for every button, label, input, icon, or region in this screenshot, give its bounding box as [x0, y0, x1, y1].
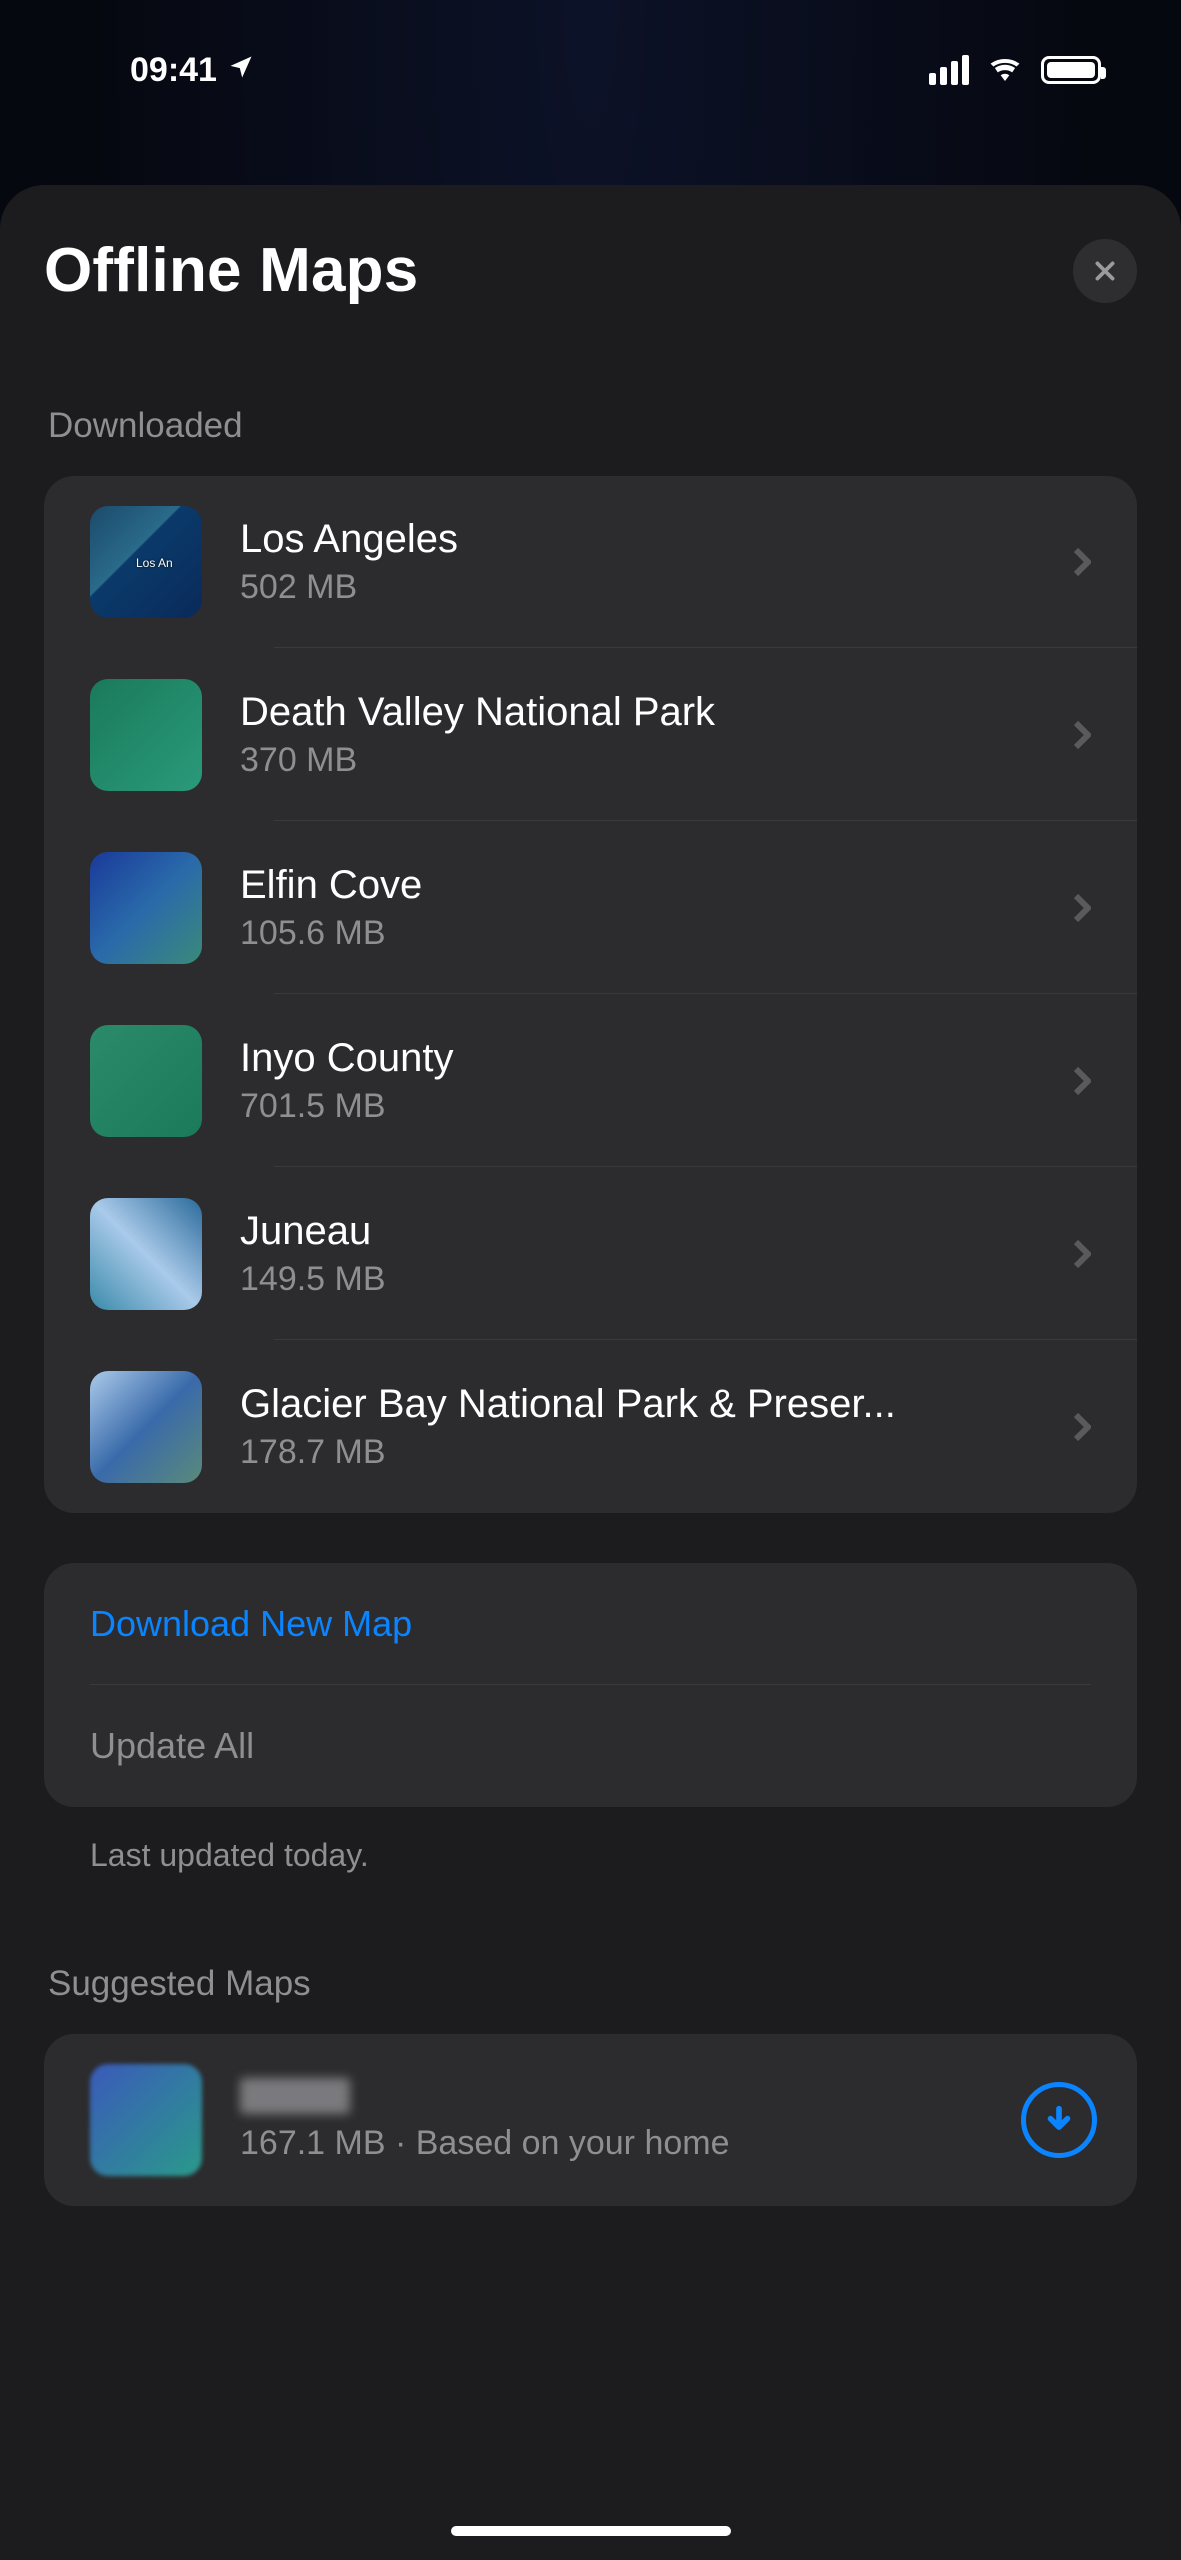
map-name: Elfin Cove: [240, 863, 1067, 908]
home-indicator[interactable]: [451, 2526, 731, 2536]
map-size: 701.5 MB: [240, 1087, 1067, 1126]
page-title: Offline Maps: [44, 235, 418, 306]
chevron-right-icon: [1067, 1412, 1097, 1442]
map-name: Los Angeles: [240, 517, 1067, 562]
map-thumbnail: [90, 2064, 202, 2176]
update-all-button[interactable]: Update All: [44, 1685, 1137, 1807]
map-thumbnail: [90, 1025, 202, 1137]
close-button[interactable]: [1073, 239, 1137, 303]
suggested-maps-list: 167.1 MB · Based on your home: [44, 2034, 1137, 2206]
downloaded-maps-list: Los Angeles 502 MB Death Valley National…: [44, 476, 1137, 1513]
map-size: 178.7 MB: [240, 1433, 1067, 1472]
download-button[interactable]: [1021, 2082, 1097, 2158]
battery-icon: [1041, 56, 1101, 84]
map-row-los-angeles[interactable]: Los Angeles 502 MB: [44, 476, 1137, 648]
map-name: [240, 2078, 350, 2114]
suggested-map-row[interactable]: 167.1 MB · Based on your home: [44, 2034, 1137, 2206]
suggested-section-label: Suggested Maps: [48, 1964, 1137, 2004]
map-size: 105.6 MB: [240, 914, 1067, 953]
wifi-icon: [987, 51, 1023, 90]
status-time: 09:41: [130, 51, 217, 90]
map-size: 149.5 MB: [240, 1260, 1067, 1299]
map-thumbnail: [90, 1198, 202, 1310]
chevron-right-icon: [1067, 547, 1097, 577]
offline-maps-sheet: Offline Maps Downloaded Los Angeles 502 …: [0, 185, 1181, 2560]
map-subtitle: 167.1 MB · Based on your home: [240, 2124, 1021, 2163]
map-row-elfin-cove[interactable]: Elfin Cove 105.6 MB: [44, 821, 1137, 994]
chevron-right-icon: [1067, 720, 1097, 750]
map-thumbnail: [90, 1371, 202, 1483]
map-row-inyo-county[interactable]: Inyo County 701.5 MB: [44, 994, 1137, 1167]
map-name: Inyo County: [240, 1036, 1067, 1081]
map-size: 502 MB: [240, 568, 1067, 607]
download-icon: [1042, 2103, 1076, 2137]
map-row-glacier-bay[interactable]: Glacier Bay National Park & Preser... 17…: [44, 1340, 1137, 1513]
map-thumbnail: [90, 679, 202, 791]
downloaded-section-label: Downloaded: [48, 406, 1137, 446]
chevron-right-icon: [1067, 893, 1097, 923]
map-size: 370 MB: [240, 741, 1067, 780]
map-name: Death Valley National Park: [240, 690, 1067, 735]
map-row-death-valley[interactable]: Death Valley National Park 370 MB: [44, 648, 1137, 821]
actions-list: Download New Map Update All: [44, 1563, 1137, 1807]
map-thumbnail: [90, 506, 202, 618]
last-updated-label: Last updated today.: [90, 1837, 1137, 1874]
cellular-icon: [929, 55, 969, 85]
map-thumbnail: [90, 852, 202, 964]
location-icon: [227, 51, 255, 90]
status-bar: 09:41: [0, 0, 1181, 140]
close-icon: [1092, 258, 1118, 284]
map-name: Juneau: [240, 1209, 1067, 1254]
map-row-juneau[interactable]: Juneau 149.5 MB: [44, 1167, 1137, 1340]
chevron-right-icon: [1067, 1239, 1097, 1269]
map-name: Glacier Bay National Park & Preser...: [240, 1382, 1067, 1427]
chevron-right-icon: [1067, 1066, 1097, 1096]
download-new-map-button[interactable]: Download New Map: [44, 1563, 1137, 1685]
